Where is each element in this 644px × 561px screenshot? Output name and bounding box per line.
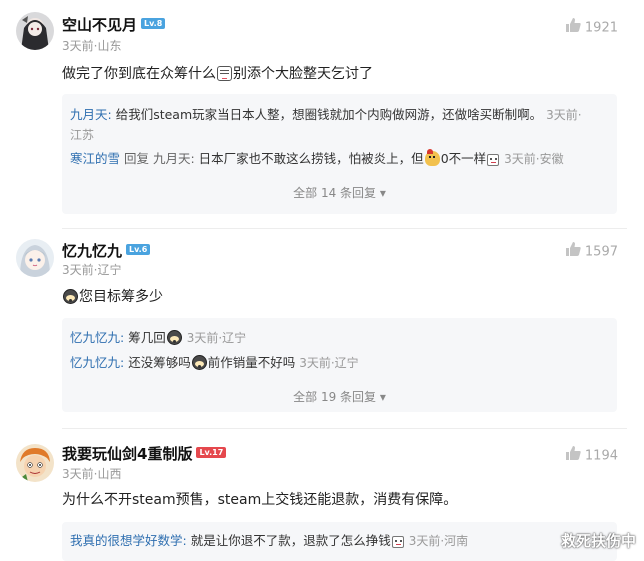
like-button[interactable]: 1597 — [565, 242, 618, 262]
reply-time: 3天前·辽宁 — [186, 331, 247, 345]
divider — [62, 428, 627, 429]
reply-text: 还没筹够吗 — [124, 355, 191, 370]
dog-face-emoji-icon — [217, 66, 232, 81]
reply-item: 忆九忆九: 还没筹够吗 前作销量不好吗 3天前·辽宁 — [70, 353, 359, 373]
like-count: 1921 — [584, 20, 618, 36]
reply-to-username[interactable]: 九月天 — [153, 151, 191, 166]
comment-text: 您目标筹多少 — [62, 286, 163, 308]
reply-item: 忆九忆九: 筹几回 3天前·辽宁 — [70, 328, 246, 348]
comment-meta: 3天前·山西 — [62, 467, 122, 481]
comment-text: 做完了你到底在众筹什么 别添个大脸整天乞讨了 — [62, 66, 373, 82]
reply-username[interactable]: 我真的很想学好数学 — [70, 533, 183, 548]
username-text[interactable]: 我要玩仙剑4重制版 — [62, 445, 192, 463]
reply-time: 3天前·辽宁 — [299, 356, 359, 370]
comment-meta: 3天前·辽宁 — [62, 263, 122, 277]
reply-text: 日本厂家也不敢这么捞钱，怕被炎上，但 — [194, 151, 424, 166]
reply-section: 忆九忆九: 筹几回 3天前·辽宁 忆九忆九: 还没筹够吗 前作销量不好吗 3天前·辽宁… — [62, 318, 617, 412]
shocked-emoji-icon — [191, 355, 207, 370]
watermark: 救死扶伤中 — [560, 532, 636, 550]
chicken-emoji-icon — [424, 149, 440, 166]
reply-section: 九月天: 给我们steam玩家当日本人整，想圈钱就加个内购做网游，还做啥买断制啊… — [62, 94, 617, 214]
thumbs-up-icon[interactable] — [565, 18, 581, 38]
reply-location-text: 江苏 — [70, 128, 95, 142]
face-emoji-icon — [391, 536, 404, 548]
view-all-replies-button[interactable]: 全部 19 条回复 ▾ — [62, 388, 617, 406]
reply-item: 寒江的雪 回复 九月天: 日本厂家也不敢这么捞钱，怕被炎上，但 0不一样 3天前·安… — [70, 149, 564, 169]
reply-username[interactable]: 寒江的雪 — [70, 151, 120, 166]
avatar[interactable] — [16, 239, 54, 277]
comment-meta: 3天前·山东 — [62, 39, 122, 53]
reply-time: 3天前·河南 — [408, 534, 469, 548]
reply-item: 我真的很想学好数学: 就是让你退不了款，退款了怎么挣钱 3天前·河南 — [70, 531, 468, 551]
shocked-emoji-icon — [63, 289, 78, 304]
reply-time: 3天前· — [546, 108, 582, 122]
level-badge: Lv.6 — [126, 244, 151, 255]
shocked-emoji-icon — [166, 330, 182, 345]
like-button[interactable]: 1921 — [565, 18, 618, 38]
like-count: 1597 — [584, 244, 618, 260]
view-all-replies-button[interactable]: 全部 14 条回复 ▾ — [62, 184, 617, 202]
thumbs-up-icon[interactable] — [565, 446, 581, 466]
reply-text-tail: 0不一样 — [440, 151, 487, 166]
reply-username[interactable]: 九月天 — [70, 107, 108, 122]
reply-location: 江苏 — [70, 125, 94, 145]
username[interactable]: 空山不见月 Lv.8 — [62, 15, 166, 35]
like-count: 1194 — [584, 448, 618, 464]
face-emoji-icon — [487, 154, 500, 166]
reply-item: 九月天: 给我们steam玩家当日本人整，想圈钱就加个内购做网游，还做啥买断制啊… — [70, 105, 582, 125]
reply-time: 3天前·安徽 — [504, 152, 564, 166]
reply-text-tail: 前作销量不好吗 — [207, 355, 296, 370]
username-text[interactable]: 忆九忆九 — [62, 242, 122, 260]
like-button[interactable]: 1194 — [565, 446, 618, 466]
reply-username[interactable]: 忆九忆九 — [70, 330, 120, 345]
reply-text: 就是让你退不了款，退款了怎么挣钱 — [186, 533, 391, 548]
reply-username[interactable]: 忆九忆九 — [70, 355, 120, 370]
reply-word: 回复 — [120, 151, 153, 166]
username[interactable]: 我要玩仙剑4重制版 Lv.17 — [62, 444, 227, 464]
reply-section: 我真的很想学好数学: 就是让你退不了款，退款了怎么挣钱 3天前·河南 — [62, 522, 617, 561]
reply-text: 给我们steam玩家当日本人整，想圈钱就加个内购做网游，还做啥买断制啊。 — [111, 107, 543, 122]
thumbs-up-icon[interactable] — [565, 242, 581, 262]
username-text[interactable]: 空山不见月 — [62, 16, 137, 34]
username[interactable]: 忆九忆九 Lv.6 — [62, 241, 151, 261]
comment-text: 为什么不开steam预售，steam上交钱还能退款，消费有保障。 — [62, 492, 458, 508]
avatar[interactable] — [16, 12, 54, 50]
reply-text: 筹几回 — [124, 330, 166, 345]
avatar[interactable] — [16, 444, 54, 482]
level-badge: Lv.17 — [196, 447, 227, 458]
divider — [62, 228, 627, 229]
level-badge: Lv.8 — [141, 18, 166, 29]
